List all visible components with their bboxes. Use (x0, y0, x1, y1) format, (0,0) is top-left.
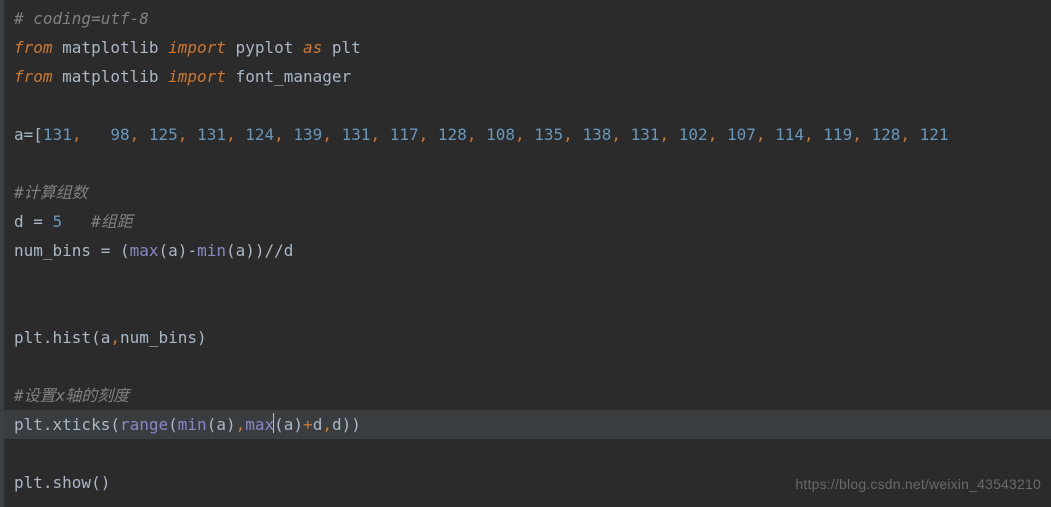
number: 119 (823, 125, 852, 144)
number: 128 (438, 125, 467, 144)
number: 135 (534, 125, 563, 144)
builtin-max: max (130, 241, 159, 260)
code-line[interactable]: #计算组数 (4, 178, 1051, 207)
keyword-from: from (14, 67, 53, 86)
number: 125 (149, 125, 178, 144)
code-line-blank[interactable] (4, 265, 1051, 294)
code-line-blank[interactable] (4, 352, 1051, 381)
number: 117 (390, 125, 419, 144)
keyword-import: import (168, 67, 226, 86)
number: 138 (582, 125, 611, 144)
number: 107 (727, 125, 756, 144)
builtin-min: min (197, 241, 226, 260)
keyword-as: as (303, 38, 322, 57)
code-line[interactable]: a=[131, 98, 125, 131, 124, 139, 131, 117… (4, 120, 1051, 149)
number: 98 (110, 125, 129, 144)
number: 131 (342, 125, 371, 144)
number: 121 (920, 125, 949, 144)
number: 131 (43, 125, 72, 144)
number: 108 (486, 125, 515, 144)
code-line-blank[interactable] (4, 439, 1051, 468)
comment: #设置x轴的刻度 (14, 386, 129, 405)
keyword-import: import (168, 38, 226, 57)
var-a: a (14, 125, 24, 144)
builtin-max: max (245, 415, 274, 434)
number: 128 (871, 125, 900, 144)
comment: #组距 (62, 212, 133, 231)
keyword-from: from (14, 38, 53, 57)
builtin-range: range (120, 415, 168, 434)
number: 131 (197, 125, 226, 144)
code-line[interactable]: d = 5 #组距 (4, 207, 1051, 236)
code-editor[interactable]: # coding=utf-8 from matplotlib import py… (0, 0, 1051, 507)
code-line-blank[interactable] (4, 91, 1051, 120)
number: 131 (631, 125, 660, 144)
watermark: https://blog.csdn.net/weixin_43543210 (795, 470, 1041, 499)
builtin-min: min (178, 415, 207, 434)
code-line[interactable]: from matplotlib import font_manager (4, 62, 1051, 91)
code-line[interactable]: # coding=utf-8 (4, 4, 1051, 33)
comment: #计算组数 (14, 183, 88, 202)
code-line[interactable]: #设置x轴的刻度 (4, 381, 1051, 410)
number: 114 (775, 125, 804, 144)
code-line[interactable]: from matplotlib import pyplot as plt (4, 33, 1051, 62)
code-line-active[interactable]: plt.xticks(range(min(a),max(a)+d,d)) (4, 410, 1051, 439)
code-line[interactable]: num_bins = (max(a)-min(a))//d (4, 236, 1051, 265)
code-line-blank[interactable] (4, 294, 1051, 323)
number: 124 (245, 125, 274, 144)
number: 139 (293, 125, 322, 144)
comment: # coding=utf-8 (14, 9, 149, 28)
code-line[interactable]: plt.hist(a,num_bins) (4, 323, 1051, 352)
number: 102 (679, 125, 708, 144)
code-line-blank[interactable] (4, 149, 1051, 178)
